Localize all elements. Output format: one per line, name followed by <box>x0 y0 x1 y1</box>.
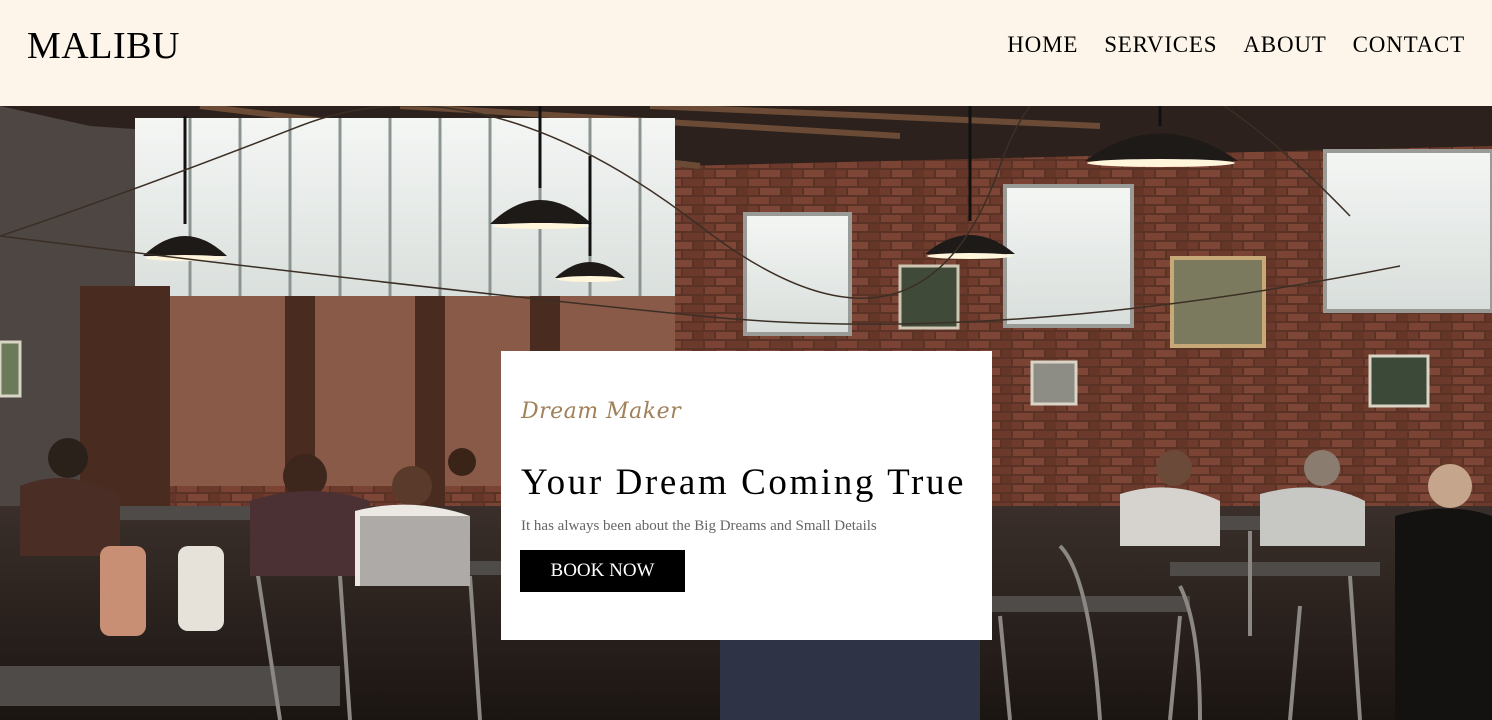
main-nav: HOME SERVICES ABOUT CONTACT <box>1007 32 1465 58</box>
hero-card: Dream Maker Your Dream Coming True It ha… <box>501 351 992 640</box>
hero-title: Your Dream Coming True <box>521 462 967 503</box>
hero-tagline: Dream Maker <box>521 399 682 424</box>
book-now-button[interactable]: BOOK NOW <box>520 550 685 592</box>
nav-about[interactable]: ABOUT <box>1243 32 1326 58</box>
hero-description: It has always been about the Big Dreams … <box>521 518 877 534</box>
nav-contact[interactable]: CONTACT <box>1353 32 1465 58</box>
nav-services[interactable]: SERVICES <box>1104 32 1217 58</box>
site-header: MALIBU HOME SERVICES ABOUT CONTACT <box>0 0 1492 106</box>
nav-home[interactable]: HOME <box>1007 32 1078 58</box>
site-logo[interactable]: MALIBU <box>27 24 180 68</box>
